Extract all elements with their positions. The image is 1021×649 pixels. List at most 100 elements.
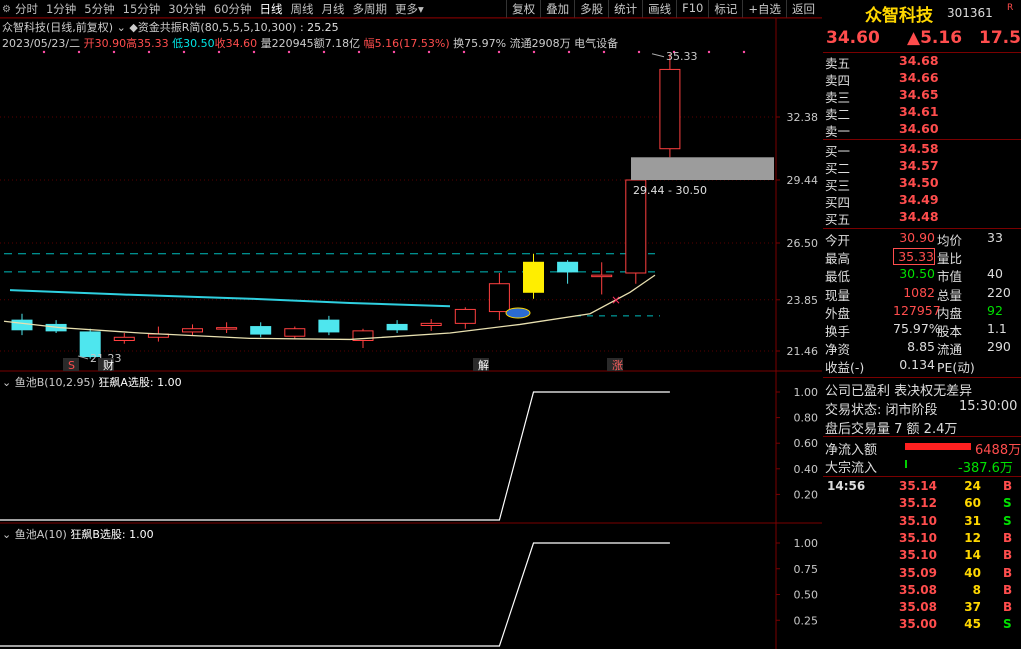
tick-direction: S xyxy=(1003,617,1012,632)
ask-price: 34.65 xyxy=(899,87,939,102)
y-axis-label: 0.50 xyxy=(794,589,819,602)
marker-dot xyxy=(742,50,746,54)
indicator-a-chart: 1.00 0.75 0.50 0.25 xyxy=(0,537,819,647)
tick-price: 35.10 xyxy=(899,548,937,563)
bid-label: 买五 xyxy=(825,212,851,227)
marker-dot xyxy=(532,50,536,54)
stock-flag: R xyxy=(1007,3,1014,13)
marker-dot xyxy=(182,50,186,54)
tick-price: 35.08 xyxy=(899,600,937,615)
stat-label-2: 市值 xyxy=(937,269,963,285)
candle-body xyxy=(420,322,442,327)
bid-price: 34.57 xyxy=(899,158,939,173)
net-inflow-row: 净流入额 6488万 xyxy=(825,439,1021,458)
stat-label: 最高 xyxy=(825,251,851,267)
indicator-b-title[interactable]: ⌄ 鱼池B(10,2.95) 狂飙A选股: 1.00 xyxy=(2,374,182,390)
bid-price: 34.50 xyxy=(899,175,939,190)
candle-body xyxy=(284,328,306,337)
stock-code: 301361 xyxy=(947,6,993,20)
tick-price: 35.00 xyxy=(899,617,937,632)
y-axis-label: 0.75 xyxy=(794,563,819,576)
y-axis-label: 1.00 xyxy=(794,537,819,550)
chart-grid xyxy=(0,17,822,649)
tick-row: 35.08 37 B xyxy=(823,600,1021,617)
date-marker: 财 xyxy=(103,358,114,372)
tick-row: 35.12 60 S xyxy=(823,496,1021,513)
ask-label: 卖一 xyxy=(825,124,851,139)
date-marker: 涨 xyxy=(612,359,623,372)
bid-price: 34.58 xyxy=(899,141,939,156)
resistance-zone xyxy=(631,157,774,180)
stat-value-2: 33 xyxy=(987,230,1003,245)
ask-row: 卖二 34.61 xyxy=(823,104,1021,122)
stat-label: 换手 xyxy=(825,324,851,339)
stat-value: 1082 xyxy=(903,284,935,300)
stat-label-2: 流通 xyxy=(937,342,963,358)
candle-body xyxy=(113,336,135,341)
indicator-a-title[interactable]: ⌄ 鱼池A(10) 狂飙B选股: 1.00 xyxy=(2,526,154,542)
tick-qty: 8 xyxy=(972,582,981,597)
quote-title: 众智科技 301361 R xyxy=(823,0,1021,26)
ask-price: 34.60 xyxy=(899,121,939,136)
y-axis-label: 21.46 xyxy=(787,345,819,358)
net-inflow-label: 净流入额 xyxy=(825,443,878,458)
marker-dot xyxy=(567,50,571,54)
stat-row: 今开 30.90 均价 33 xyxy=(823,230,1021,248)
divider xyxy=(823,139,1021,140)
candle-body xyxy=(250,326,272,335)
chart-area[interactable]: 32.38 29.44 26.50 23.85 21.46 29.44 - 30.50 35… xyxy=(0,0,822,649)
marker-dot xyxy=(217,50,221,54)
y-axis-label: 23.85 xyxy=(787,294,819,307)
y-axis-label: 0.20 xyxy=(794,488,819,501)
bid-row: 买四 34.49 xyxy=(823,192,1021,210)
stat-label: 净资 xyxy=(825,342,851,358)
price-change-pct: 17.53 xyxy=(979,28,1021,48)
marker-dot xyxy=(77,50,81,54)
tick-direction: B xyxy=(1003,548,1013,563)
candle-body xyxy=(557,261,579,273)
tick-price: 35.14 xyxy=(899,479,937,493)
divider xyxy=(823,476,1021,477)
stat-value: 8.85 xyxy=(907,339,935,355)
ask-row: 卖三 34.65 xyxy=(823,87,1021,105)
stat-label: 收益(-) xyxy=(825,360,865,376)
candle-body xyxy=(216,327,238,330)
stat-value: 30.50 xyxy=(899,266,935,282)
tick-direction: B xyxy=(1003,600,1013,615)
bid-row: 买三 34.50 xyxy=(823,175,1021,193)
stat-label: 现量 xyxy=(825,287,851,303)
stat-value: 35.33 xyxy=(893,248,935,266)
stat-row: 最低 30.50 市值 40 xyxy=(823,266,1021,285)
stat-label-2: 量比 xyxy=(937,251,963,267)
stat-value-2: 92 xyxy=(987,302,1003,318)
ask-row: 卖五 34.68 xyxy=(823,53,1021,71)
marker-dot xyxy=(42,50,46,54)
net-inflow-bar xyxy=(905,443,971,450)
stat-row: 最高 35.33 量比 xyxy=(823,248,1021,267)
marker-dot xyxy=(112,50,116,54)
ask-price: 34.66 xyxy=(899,70,939,85)
candle-body xyxy=(386,323,408,331)
bid-row: 买一 34.58 xyxy=(823,141,1021,159)
tick-direction: B xyxy=(1003,565,1013,580)
stat-label-2: 均价 xyxy=(937,233,963,248)
candle-body xyxy=(454,308,476,324)
bid-price: 34.49 xyxy=(899,192,939,207)
stock-name: 众智科技 xyxy=(865,6,933,26)
bid-price: 34.48 xyxy=(899,209,939,224)
divider xyxy=(823,228,1021,229)
chevron-down-icon[interactable]: ⌄ xyxy=(2,376,11,389)
tick-price: 35.09 xyxy=(899,565,937,580)
tick-direction: S xyxy=(1003,496,1012,511)
signal-icon xyxy=(505,307,531,319)
tick-price: 35.10 xyxy=(899,530,937,545)
ma-line-cyan xyxy=(9,289,451,308)
candle-body xyxy=(11,319,33,331)
trade-status-time: 15:30:00 xyxy=(959,399,1018,414)
tick-qty: 60 xyxy=(964,496,981,511)
high-label: 35.33 xyxy=(666,50,698,63)
chevron-down-icon[interactable]: ⌄ xyxy=(2,528,11,541)
stat-row: 净资 8.85 流通 290 xyxy=(823,339,1021,358)
tick-time: 14:56 xyxy=(827,479,866,493)
stat-label-2: 总量 xyxy=(937,287,963,303)
